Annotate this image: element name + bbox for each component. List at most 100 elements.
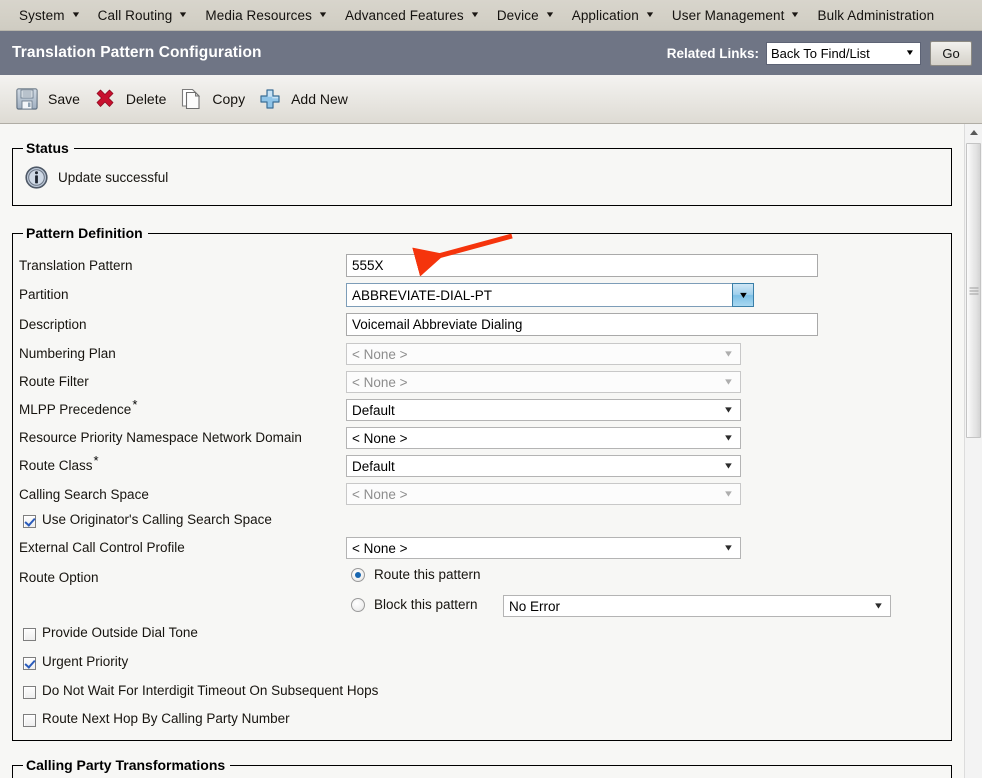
copy-button-label: Copy (212, 91, 246, 107)
menu-item-bulk-administration[interactable]: Bulk Administration (809, 0, 944, 30)
numbering-plan-select[interactable]: < None > ▼ (346, 343, 741, 365)
action-toolbar: Save Delete Copy Add New (0, 75, 982, 124)
urgent-priority-checkbox[interactable] (23, 657, 36, 670)
menu-item-label: Advanced Features (345, 7, 464, 23)
route-filter-value: < None > (352, 374, 408, 390)
scrollbar-thumb[interactable] (966, 143, 981, 438)
route-class-select[interactable]: Default ▼ (346, 455, 741, 477)
chevron-down-icon: ▼ (177, 10, 189, 19)
delete-button[interactable]: Delete (88, 79, 174, 119)
chevron-down-icon: ▼ (722, 542, 735, 553)
chevron-down-icon: ▼ (644, 10, 656, 19)
chevron-down-icon: ▼ (737, 289, 749, 300)
numbering-plan-label: Numbering Plan (19, 346, 116, 361)
page-header: Translation Pattern Configuration Relate… (0, 31, 982, 75)
menu-item-advanced-features[interactable]: Advanced Features ▼ (336, 0, 488, 30)
scrollbar-grip-icon (969, 287, 978, 294)
related-links-value: Back To Find/List (771, 45, 870, 61)
triangle-up-icon (969, 130, 978, 135)
chevron-down-icon: ▼ (317, 10, 329, 19)
related-links-group: Related Links: Back To Find/List ▼ Go (667, 40, 982, 66)
route-class-label: Route Class* (19, 452, 99, 474)
calling-search-space-value: < None > (352, 486, 408, 502)
menu-item-media-resources[interactable]: Media Resources ▼ (196, 0, 336, 30)
chevron-down-icon: ▼ (544, 10, 556, 19)
menu-item-user-management[interactable]: User Management ▼ (663, 0, 809, 30)
scroll-up-button[interactable] (965, 124, 982, 141)
delete-x-icon (96, 89, 114, 107)
pattern-definition-legend: Pattern Definition (26, 225, 143, 241)
chevron-down-icon: ▼ (722, 488, 735, 499)
chevron-down-icon: ▼ (722, 348, 735, 359)
vertical-scrollbar[interactable] (964, 124, 982, 778)
delete-button-label: Delete (125, 91, 167, 107)
urgent-priority-label: Urgent Priority (42, 654, 129, 669)
mlpp-precedence-label: MLPP Precedence* (19, 396, 138, 418)
resource-priority-namespace-select[interactable]: < None > ▼ (346, 427, 741, 449)
chevron-down-icon: ▼ (904, 48, 916, 57)
partition-value: ABBREVIATE-DIAL-PT (346, 283, 732, 307)
required-marker: * (132, 396, 138, 412)
block-this-pattern-radio[interactable] (351, 598, 365, 612)
route-this-pattern-label: Route this pattern (374, 567, 481, 582)
calling-party-transformations-legend: Calling Party Transformations (26, 757, 226, 773)
route-option-label: Route Option (19, 570, 99, 585)
menu-item-label: Call Routing (97, 7, 173, 23)
provide-outside-dial-tone-checkbox[interactable] (23, 628, 36, 641)
route-this-pattern-radio[interactable] (351, 568, 365, 582)
save-icon (16, 88, 38, 110)
translation-pattern-input[interactable]: 555X (346, 254, 818, 277)
description-input[interactable]: Voicemail Abbreviate Dialing (346, 313, 818, 336)
route-filter-select[interactable]: < None > ▼ (346, 371, 741, 393)
external-call-control-profile-label: External Call Control Profile (19, 540, 185, 555)
pattern-definition-section: Pattern Definition Translation Pattern 5… (12, 225, 952, 741)
calling-party-transformations-section: Calling Party Transformations (12, 757, 952, 778)
external-call-control-profile-value: < None > (352, 540, 408, 556)
route-filter-label: Route Filter (19, 374, 89, 389)
menu-item-label: Media Resources (205, 7, 312, 23)
mlpp-precedence-select[interactable]: Default ▼ (346, 399, 741, 421)
do-not-wait-interdigit-checkbox[interactable] (23, 686, 36, 699)
copy-button[interactable]: Copy (174, 79, 253, 119)
chevron-down-icon: ▼ (70, 10, 82, 19)
menu-item-label: User Management (671, 7, 785, 23)
resource-priority-namespace-label: Resource Priority Namespace Network Doma… (19, 430, 302, 445)
status-section-legend: Status (26, 140, 69, 156)
add-new-button-label: Add New (291, 91, 348, 107)
use-originators-css-label: Use Originator's Calling Search Space (42, 512, 272, 527)
calling-search-space-label: Calling Search Space (19, 487, 149, 502)
add-new-button[interactable]: Add New (253, 79, 356, 119)
route-next-hop-checkbox[interactable] (23, 714, 36, 727)
block-this-pattern-label: Block this pattern (374, 597, 478, 612)
status-message: Update successful (58, 170, 169, 185)
provide-outside-dial-tone-label: Provide Outside Dial Tone (42, 625, 198, 640)
save-button[interactable]: Save (10, 79, 88, 119)
menu-item-application[interactable]: Application ▼ (563, 0, 663, 30)
chevron-down-icon: ▼ (790, 10, 801, 19)
mlpp-precedence-value: Default (352, 402, 395, 418)
save-button-label: Save (48, 91, 80, 107)
route-next-hop-label: Route Next Hop By Calling Party Number (42, 711, 290, 726)
calling-search-space-select[interactable]: < None > ▼ (346, 483, 741, 505)
partition-combobox[interactable]: ABBREVIATE-DIAL-PT ▼ (346, 283, 754, 307)
partition-dropdown-button[interactable]: ▼ (732, 283, 754, 307)
menu-item-call-routing[interactable]: Call Routing ▼ (89, 0, 197, 30)
external-call-control-profile-select[interactable]: < None > ▼ (346, 537, 741, 559)
numbering-plan-value: < None > (352, 346, 408, 362)
info-icon (25, 166, 48, 189)
form-content-area: Status Update successful Pattern Definit… (0, 124, 964, 778)
plus-icon (260, 89, 280, 109)
required-marker: * (93, 452, 99, 468)
use-originators-css-checkbox[interactable] (23, 515, 36, 528)
menu-item-label: Device (496, 7, 539, 23)
main-menu-bar: System ▼ Call Routing ▼ Media Resources … (0, 0, 982, 31)
menu-item-system[interactable]: System ▼ (10, 0, 89, 30)
chevron-down-icon: ▼ (722, 404, 735, 415)
status-section: Status Update successful (12, 140, 952, 206)
do-not-wait-interdigit-label: Do Not Wait For Interdigit Timeout On Su… (42, 683, 379, 698)
menu-item-device[interactable]: Device ▼ (488, 0, 563, 30)
menu-item-label: System (19, 7, 65, 23)
go-button[interactable]: Go (930, 40, 972, 66)
block-reason-select[interactable]: No Error ▼ (503, 595, 891, 617)
related-links-select[interactable]: Back To Find/List ▼ (766, 41, 921, 65)
